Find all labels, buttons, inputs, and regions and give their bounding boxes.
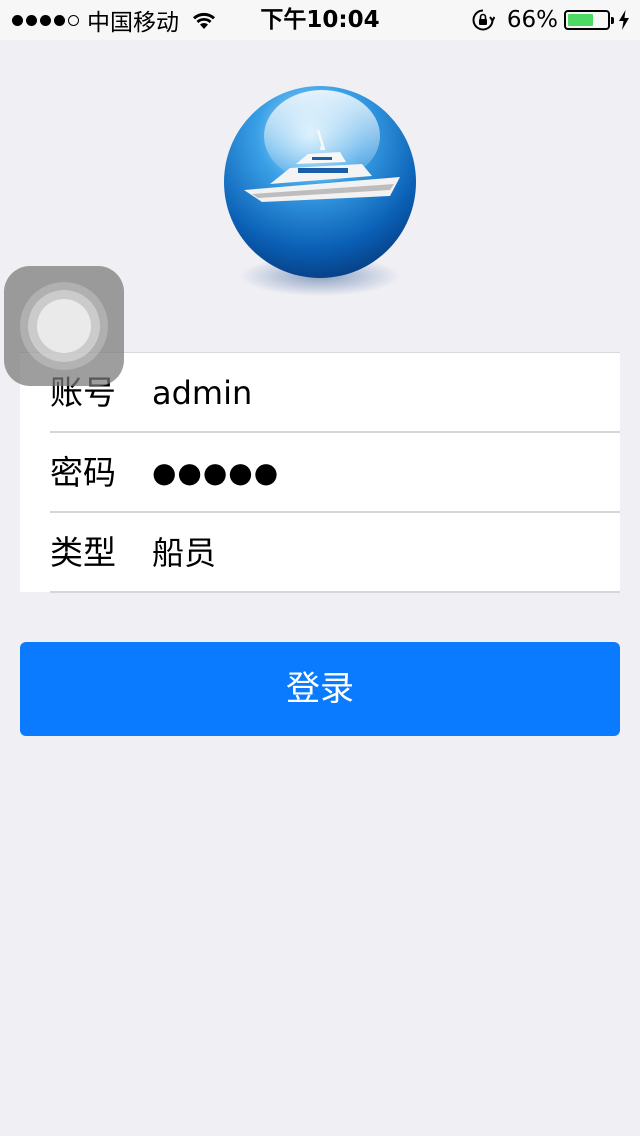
orientation-lock-icon	[472, 9, 495, 31]
password-label: 密码	[50, 453, 116, 492]
type-selector[interactable]: 船员	[152, 513, 216, 593]
type-row[interactable]: 类型 船员	[20, 513, 620, 593]
status-bar: 中国移动 下午10:04 66%	[0, 0, 640, 40]
battery-fill	[568, 14, 594, 26]
password-field[interactable]: ●●●●●	[152, 433, 279, 513]
account-field[interactable]: admin	[152, 353, 252, 433]
row-divider	[50, 591, 620, 593]
ship-globe-logo	[224, 86, 416, 296]
wifi-icon	[193, 12, 215, 29]
login-button[interactable]: 登录	[20, 642, 620, 736]
charging-bolt-icon	[619, 10, 629, 30]
carrier-name: 中国移动	[87, 10, 179, 36]
status-bar-left: 中国移动	[12, 0, 217, 40]
assistive-touch-icon[interactable]	[4, 266, 124, 386]
battery-icon	[564, 10, 614, 30]
login-form: 账号 admin 密码 ●●●●● 类型 船员	[20, 352, 620, 593]
battery-percent: 66%	[506, 7, 558, 33]
type-label: 类型	[50, 533, 116, 572]
password-row[interactable]: 密码 ●●●●●	[20, 433, 620, 513]
status-bar-right: 66%	[471, 0, 630, 40]
signal-dots-icon	[12, 14, 79, 26]
